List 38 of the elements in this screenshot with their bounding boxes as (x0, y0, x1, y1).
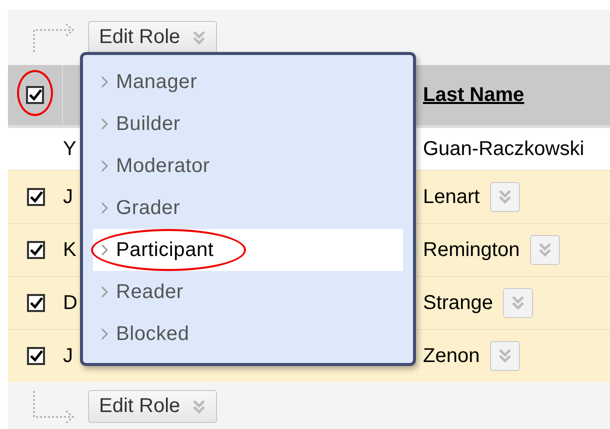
menu-item[interactable]: Grader (93, 187, 403, 229)
table-cell: Lenart (423, 186, 480, 208)
edit-role-button[interactable]: Edit Role (88, 21, 218, 54)
chevron-icon (498, 348, 512, 364)
table-cell: J (63, 186, 73, 208)
chevron-icon (498, 189, 512, 205)
chevron-right-icon (101, 118, 108, 130)
table-cell: Zenon (423, 344, 480, 368)
chevron-right-icon (101, 160, 108, 172)
chevron-right-icon (101, 76, 108, 88)
chevron-right-icon (101, 286, 108, 298)
checkbox[interactable] (26, 347, 44, 365)
table-cell: Y (63, 138, 76, 160)
table-cell: K (63, 238, 76, 262)
chevron-icon (192, 30, 206, 46)
menu-item[interactable]: Blocked (93, 313, 403, 355)
chevron-right-icon (101, 202, 108, 214)
menu-item[interactable]: Builder (93, 103, 403, 145)
table-cell: Guan-Raczkowski (423, 138, 584, 160)
edit-role-button[interactable]: Edit Role (88, 390, 218, 423)
table-cell: D (63, 292, 78, 314)
chevron-icon (538, 242, 552, 258)
chevron-icon (511, 295, 526, 311)
table-cell: Remington (423, 238, 520, 262)
menu-item[interactable]: Participant (93, 229, 403, 271)
table-cell: Strange (423, 292, 494, 314)
chevron-right-icon (101, 244, 108, 256)
checkbox[interactable] (26, 86, 44, 104)
checkbox[interactable] (26, 188, 44, 206)
checkbox[interactable] (26, 294, 44, 312)
table-cell: J (63, 344, 73, 368)
chevron-icon (192, 398, 206, 414)
checkbox[interactable] (26, 241, 44, 259)
menu-item[interactable]: Manager (93, 61, 403, 103)
chevron-right-icon (101, 328, 108, 340)
column-header[interactable]: Last Name (423, 84, 610, 106)
menu-item[interactable]: Reader (93, 271, 403, 313)
menu-item[interactable]: Moderator (93, 145, 403, 187)
